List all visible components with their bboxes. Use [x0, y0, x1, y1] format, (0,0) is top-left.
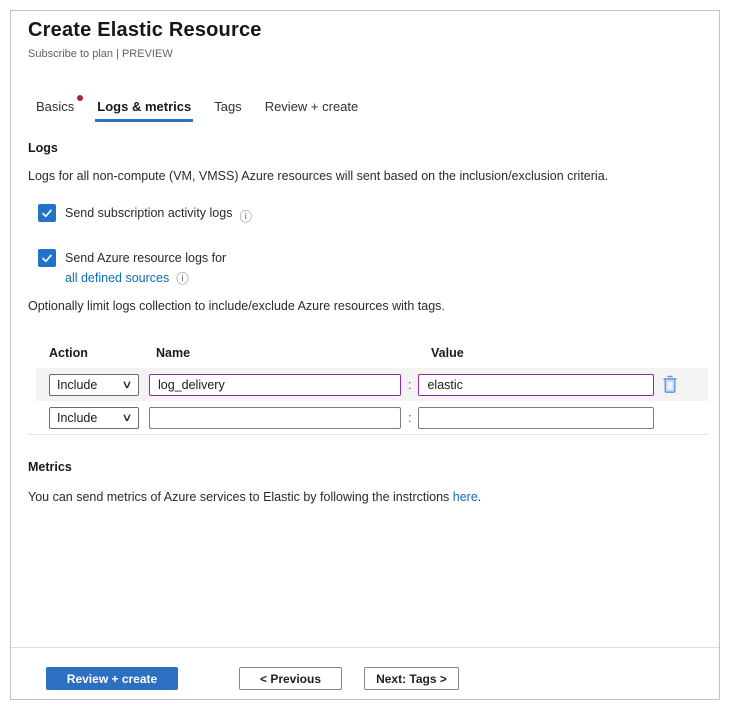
- tab-logs-metrics-label: Logs & metrics: [97, 99, 191, 114]
- tab-logs-metrics[interactable]: Logs & metrics: [95, 99, 193, 122]
- name-value-separator: :: [408, 411, 411, 425]
- section-divider: [28, 434, 708, 435]
- check-icon: [41, 207, 53, 219]
- chevron-down-icon: ∨: [121, 378, 132, 391]
- action-select[interactable]: Include ∨: [49, 374, 139, 396]
- info-icon[interactable]: ⓘ: [176, 268, 189, 287]
- activity-logs-checkbox[interactable]: [38, 204, 56, 222]
- column-header-value: Value: [431, 346, 464, 360]
- tag-filter-row: Include ∨ :: [36, 403, 708, 433]
- column-header-name: Name: [156, 346, 190, 360]
- check-icon: [41, 252, 53, 264]
- activity-logs-checkbox-row: Send subscription activity logs ⓘ: [38, 204, 252, 225]
- tags-hint-text: Optionally limit logs collection to incl…: [28, 299, 445, 313]
- chevron-down-icon: ∨: [121, 411, 132, 424]
- tab-tags[interactable]: Tags: [212, 99, 243, 122]
- page-title: Create Elastic Resource: [28, 19, 262, 42]
- tab-basics-label: Basics: [36, 99, 74, 114]
- tag-value-input[interactable]: [418, 407, 654, 429]
- column-header-action: Action: [49, 346, 88, 360]
- tab-tags-label: Tags: [214, 99, 241, 114]
- next-tags-button[interactable]: Next: Tags >: [364, 667, 459, 690]
- action-select-value: Include: [57, 378, 97, 392]
- metrics-here-link[interactable]: here: [453, 490, 478, 504]
- resource-logs-checkbox[interactable]: [38, 249, 56, 267]
- activity-logs-label: Send subscription activity logs: [65, 204, 232, 220]
- resource-logs-label: Send Azure resource logs for: [65, 249, 226, 265]
- metrics-section-heading: Metrics: [28, 460, 72, 474]
- metrics-description-period: .: [478, 490, 481, 504]
- footer-divider: [11, 647, 719, 648]
- previous-button[interactable]: < Previous: [239, 667, 342, 690]
- metrics-description-text: You can send metrics of Azure services t…: [28, 490, 453, 504]
- error-dot-icon: [77, 95, 83, 101]
- tab-review-create[interactable]: Review + create: [263, 99, 361, 122]
- metrics-description: You can send metrics of Azure services t…: [28, 490, 481, 504]
- tag-name-input[interactable]: [149, 407, 401, 429]
- tab-basics[interactable]: Basics: [34, 99, 76, 122]
- all-defined-sources-link[interactable]: all defined sources: [65, 271, 169, 285]
- screenshot-root: Create Elastic Resource Subscribe to pla…: [0, 0, 731, 714]
- tab-bar: Basics Logs & metrics Tags Review + crea…: [34, 99, 360, 122]
- create-elastic-resource-panel: Create Elastic Resource Subscribe to pla…: [10, 10, 720, 700]
- review-create-button[interactable]: Review + create: [46, 667, 178, 690]
- logs-section-heading: Logs: [28, 141, 58, 155]
- action-select-value: Include: [57, 411, 97, 425]
- name-value-separator: :: [408, 378, 411, 392]
- tag-value-input[interactable]: [418, 374, 654, 396]
- action-select[interactable]: Include ∨: [49, 407, 139, 429]
- trash-icon: [662, 375, 678, 394]
- tag-name-input[interactable]: [149, 374, 401, 396]
- resource-logs-checkbox-row: Send Azure resource logs for all defined…: [38, 249, 226, 287]
- page-subtitle: Subscribe to plan | PREVIEW: [28, 48, 173, 60]
- tab-review-create-label: Review + create: [265, 99, 359, 114]
- logs-description: Logs for all non-compute (VM, VMSS) Azur…: [28, 169, 608, 183]
- tag-filter-row: Include ∨ :: [36, 368, 708, 401]
- delete-row-button[interactable]: [662, 375, 678, 394]
- info-icon[interactable]: ⓘ: [239, 204, 252, 225]
